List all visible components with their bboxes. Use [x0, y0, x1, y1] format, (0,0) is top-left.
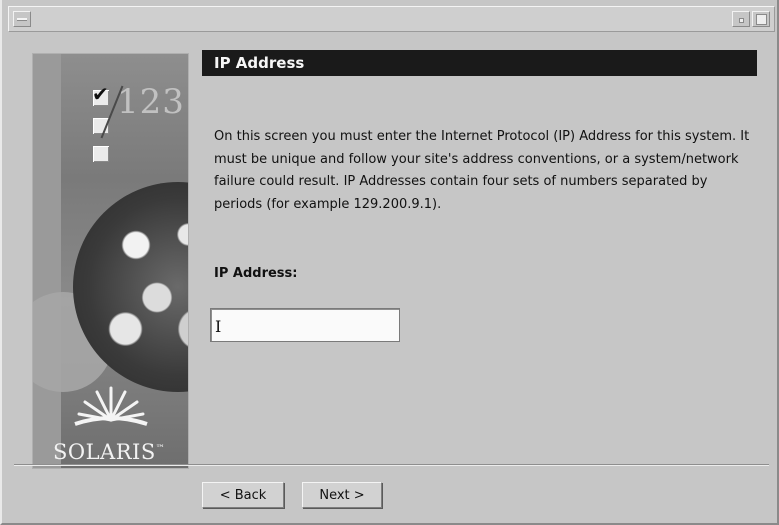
next-button[interactable]: Next > [302, 482, 382, 508]
sidebar-stripe [33, 54, 61, 468]
install-window: ✔ 123 SOLARIS™ IP Address On this screen… [0, 0, 779, 525]
minimize-icon[interactable] [732, 11, 750, 27]
ip-address-label: IP Address: [214, 266, 298, 281]
solaris-sun-icon [74, 386, 148, 426]
checkbox-empty-icon [93, 146, 109, 162]
dialog-content: ✔ 123 SOLARIS™ IP Address On this screen… [14, 38, 769, 516]
window-menu-icon[interactable] [13, 11, 31, 27]
instructions-text: On this screen you must enter the Intern… [214, 129, 750, 212]
title-bar[interactable] [8, 6, 775, 32]
ip-address-input[interactable] [210, 308, 400, 342]
checkbox-checked-icon: ✔ [92, 82, 109, 106]
solaris-sidebar-graphic: ✔ 123 SOLARIS™ [32, 53, 189, 469]
maximize-icon[interactable] [752, 11, 770, 27]
page-header: IP Address [202, 50, 757, 76]
footer-divider [14, 464, 769, 466]
progress-numbers: 123 [117, 82, 185, 122]
solaris-logo-text: SOLARIS™ [53, 440, 166, 464]
page-title: IP Address [214, 54, 305, 72]
back-button[interactable]: < Back [202, 482, 284, 508]
